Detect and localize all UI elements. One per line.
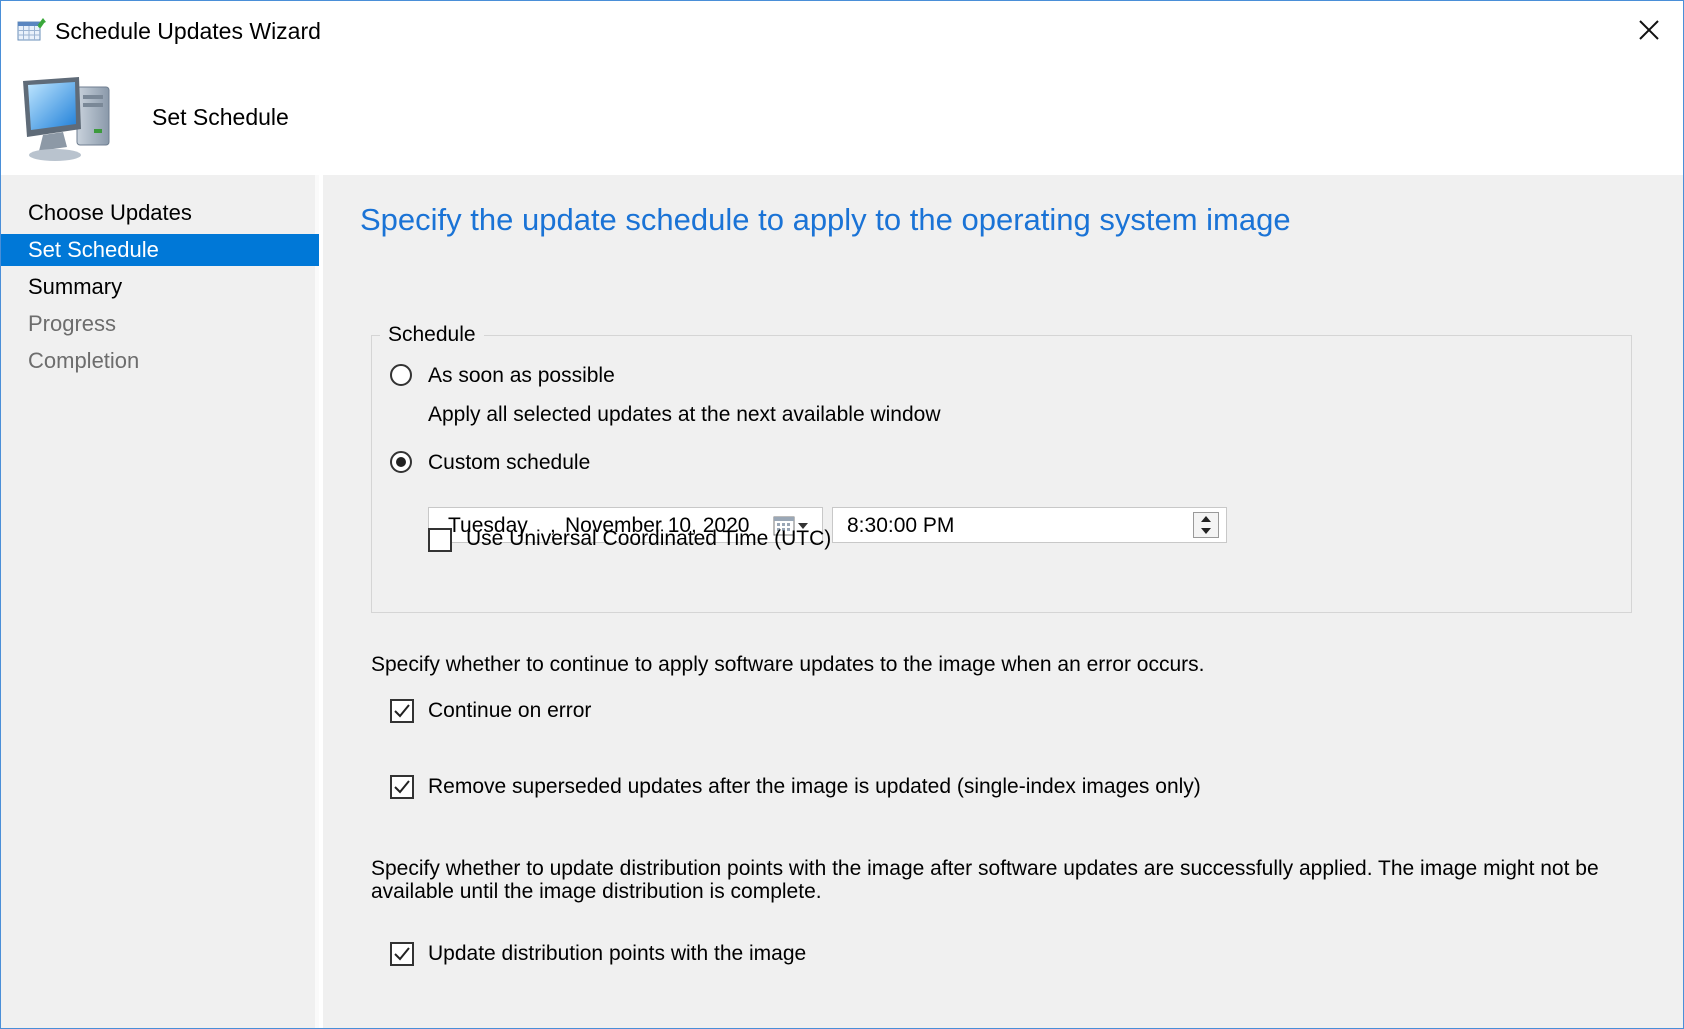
page-heading: Specify the update schedule to apply to … [360,202,1291,237]
checkmark-icon [394,780,410,794]
sidebar-item-summary[interactable]: Summary [1,271,319,303]
sidebar-item-progress: Progress [28,311,117,336]
sidebar-item-choose-updates[interactable]: Choose Updates [1,197,319,229]
schedule-group-legend: Schedule [380,323,484,347]
update-dp-label[interactable]: Update distribution points with the imag… [428,942,806,966]
wizard-header: Set Schedule [1,59,1683,175]
as-soon-as-possible-description: Apply all selected updates at the next a… [428,403,941,426]
sidebar-item-completion: Completion [28,348,140,373]
wizard-steps-sidebar: Choose Updates Set Schedule Summary Prog… [1,175,319,1028]
time-value[interactable]: 8:30:00 PM [847,514,954,538]
header-title: Set Schedule [152,104,289,130]
sidebar-item-set-schedule[interactable]: Set Schedule [1,234,319,266]
wizard-window: Schedule Updates Wizard Set Schedule Cho… [0,0,1684,1029]
window-title: Schedule Updates Wizard [55,18,321,44]
error-description: Specify whether to continue to apply sof… [371,653,1205,676]
title-bar: Schedule Updates Wizard [1,1,1683,59]
dp-description-line2: available until the image distribution i… [371,880,822,903]
close-button[interactable] [1615,1,1683,59]
spin-up-icon[interactable] [1194,513,1218,525]
update-dp-checkbox[interactable] [390,942,414,966]
custom-schedule-radio[interactable] [390,451,412,473]
utc-checkbox[interactable] [428,528,452,552]
spin-down-icon[interactable] [1194,525,1218,537]
time-spinner[interactable] [1193,512,1219,538]
as-soon-as-possible-label[interactable]: As soon as possible [428,364,615,388]
continue-on-error-checkbox[interactable] [390,699,414,723]
remove-superseded-checkbox[interactable] [390,775,414,799]
computer-icon [17,73,123,173]
custom-schedule-label[interactable]: Custom schedule [428,451,590,475]
continue-on-error-label[interactable]: Continue on error [428,699,591,723]
as-soon-as-possible-radio[interactable] [390,364,412,386]
time-picker[interactable]: 8:30:00 PM [832,507,1227,543]
checkmark-icon [394,947,410,961]
checkmark-icon [394,704,410,718]
close-icon [1639,20,1659,40]
remove-superseded-label[interactable]: Remove superseded updates after the imag… [428,775,1201,799]
main-content: Specify the update schedule to apply to … [323,175,1683,1028]
utc-label[interactable]: Use Universal Coordinated Time (UTC) [466,527,831,551]
dp-description-line1: Specify whether to update distribution p… [371,857,1599,880]
wizard-app-icon [17,15,47,43]
